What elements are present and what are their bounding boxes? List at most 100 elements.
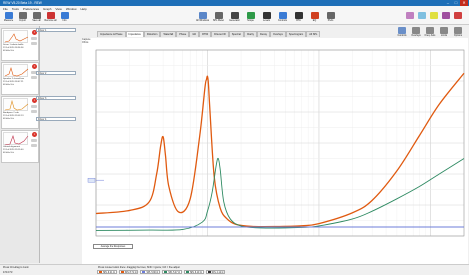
tab-filtered-ir[interactable]: Filtered IR: [211, 31, 229, 37]
measurement-card-4[interactable]: × Vented alignment 23 Jul 2020 19:15:40 …: [1, 130, 39, 163]
tab-distortion[interactable]: Distortion: [143, 31, 161, 37]
measurement-info: Driver 1 infinite baffle 23 Jul 2020 18:…: [3, 44, 24, 52]
series-swatch-icon: [120, 271, 124, 274]
cursor-readout: SPL 6.10 Ω: [183, 270, 204, 274]
series-swatch-icon: [185, 271, 189, 274]
tab-all-spl[interactable]: All SPL: [306, 31, 321, 37]
tab-impedance-phase[interactable]: Impedance & Phase: [97, 31, 126, 37]
overlays-icon: [412, 27, 420, 34]
cursor-value: SPL 5.47 Ω: [168, 272, 180, 274]
eq-icon: [310, 12, 319, 19]
measurement-info: Vented alignment 23 Jul 2020 19:15:40 48…: [3, 146, 24, 154]
tab-rt60[interactable]: RT60: [199, 31, 212, 37]
tab-overlays[interactable]: Overlays: [270, 31, 286, 37]
color-swatch-icon: [418, 12, 426, 19]
color-swatch-icon: [406, 12, 414, 19]
controls-icon: [278, 12, 287, 19]
palette-button-1[interactable]: [405, 12, 415, 24]
lock-icon[interactable]: [31, 139, 37, 142]
remove-all-button[interactable]: Remove all: [44, 12, 57, 24]
measurement-name-input[interactable]: Driver 3: [36, 96, 76, 100]
preferences-button[interactable]: Prefs: [324, 12, 337, 24]
status-bar: Press Ctrl+drag to zoom Press mouse butt…: [0, 264, 469, 275]
menu-view[interactable]: View: [55, 7, 61, 11]
scope-button[interactable]: Scope: [244, 12, 257, 24]
menu-tools[interactable]: Tools: [12, 7, 19, 11]
all-windows-button[interactable]: All Windows: [196, 12, 209, 24]
measure-button[interactable]: Measure: [2, 12, 15, 24]
controls-button[interactable]: Controls: [276, 12, 289, 24]
measurement-card-2[interactable]: × Speaker 2 closed box 23 Jul 2020 18:47…: [1, 62, 39, 95]
info-button[interactable]: Info: [58, 12, 71, 24]
menu-preferences[interactable]: Preferences: [23, 7, 39, 11]
cursor-readout: SPL 9.21 Ω: [97, 270, 117, 274]
menu-file[interactable]: File: [3, 7, 8, 11]
graph-tabs: Impedance & Phase Impedance Distortion W…: [97, 31, 321, 37]
menu-graph[interactable]: Graph: [43, 7, 51, 11]
color-swatch-icon: [454, 12, 462, 19]
scope-icon: [246, 12, 255, 19]
cursor-value: SPL 5.90 Ω: [146, 272, 159, 274]
palette-button-3[interactable]: [429, 12, 439, 24]
meter-icon: [214, 12, 223, 19]
eq-button[interactable]: EQ: [308, 12, 321, 24]
cursor-frequency: 474.0 Hz: [3, 271, 13, 274]
menu-window[interactable]: Window: [66, 7, 77, 11]
palette-button-5[interactable]: [453, 12, 463, 24]
measurement-thumbnail: [3, 30, 29, 43]
palette-button-2[interactable]: [417, 12, 427, 24]
rta-icon: [294, 12, 303, 19]
tab-decay[interactable]: Decay: [256, 31, 271, 37]
rta-button[interactable]: RTA: [292, 12, 305, 24]
generator-icon: [230, 12, 239, 19]
cursor-value: SPL 9.21 Ω: [103, 272, 115, 274]
status-text: Press Ctrl+drag to zoom: [3, 266, 29, 269]
tab-clarity[interactable]: Clarity: [243, 31, 257, 37]
y-cursor-flag: [87, 177, 96, 183]
status-hint: Press mouse button there: dragging the l…: [98, 266, 180, 269]
impedance-graph[interactable]: [82, 38, 468, 264]
measurement-info: Bandpass 2 cab 23 Jul 2020 19:02:13 48 k…: [3, 112, 24, 120]
microphone-icon: [4, 12, 13, 19]
cursor-value: SPL 4.12 Ω: [211, 272, 224, 274]
measurement-name-input[interactable]: Driver 2: [36, 71, 76, 75]
color-swatch-icon: [430, 12, 438, 19]
measurement-panel: × Driver 1 infinite baffle 23 Jul 2020 1…: [0, 26, 40, 263]
window-title: REW V5.20 Beta 19 - REW: [3, 1, 42, 5]
graph-canvas[interactable]: [82, 38, 468, 264]
tab-impedance[interactable]: Impedance: [125, 31, 144, 37]
axis-icon: [426, 27, 434, 34]
measurement-name-input[interactable]: Driver 4: [36, 117, 76, 121]
lock-icon[interactable]: [31, 105, 37, 108]
cursor-readout: SPL 4.12 Ω: [205, 270, 226, 274]
tab-waterfall[interactable]: Waterfall: [160, 31, 177, 37]
lock-icon[interactable]: [31, 37, 37, 40]
levels-button[interactable]: Levels: [260, 12, 273, 24]
tab-phase[interactable]: Phase: [176, 31, 190, 37]
import-button[interactable]: Import: [16, 12, 29, 24]
close-icon[interactable]: ×: [32, 64, 37, 69]
cursor-value: SPL 8.71 Ω: [124, 272, 137, 274]
close-icon[interactable]: ×: [32, 132, 37, 137]
average-responses-button[interactable]: Average the Responses: [93, 244, 133, 249]
measurement-thumbnail: [3, 98, 29, 111]
generator-button[interactable]: Generator: [228, 12, 241, 24]
spl-meter-button[interactable]: SPL Meter: [212, 12, 225, 24]
measurement-thumbnail: [3, 132, 29, 146]
cursor-readout: SPL 8.71 Ω: [118, 270, 139, 274]
palette-button-4[interactable]: [441, 12, 451, 24]
gear-icon: [326, 12, 335, 19]
menu-help[interactable]: Help: [81, 7, 87, 11]
tab-gd[interactable]: GD: [189, 31, 200, 37]
tab-spectral[interactable]: Spectral: [228, 31, 244, 37]
cursor-readouts: SPL 9.21 Ω SPL 8.71 Ω SPL 5.90 Ω SPL 5.47 Ω…: [97, 270, 226, 275]
save-icon: [32, 12, 41, 19]
measurement-name-input[interactable]: Driver 1: [36, 28, 76, 32]
save-all-button[interactable]: Save all: [30, 12, 43, 24]
color-swatch-icon: [442, 12, 450, 19]
windows-icon: [198, 12, 207, 19]
tab-spectrogram[interactable]: Spectrogram: [285, 31, 307, 37]
series-swatch-icon: [99, 271, 102, 274]
measurement-card-1[interactable]: × Driver 1 infinite baffle 23 Jul 2020 1…: [1, 28, 39, 61]
measurement-card-3[interactable]: × Bandpass 2 cab 23 Jul 2020 19:02:13 48…: [1, 96, 39, 129]
